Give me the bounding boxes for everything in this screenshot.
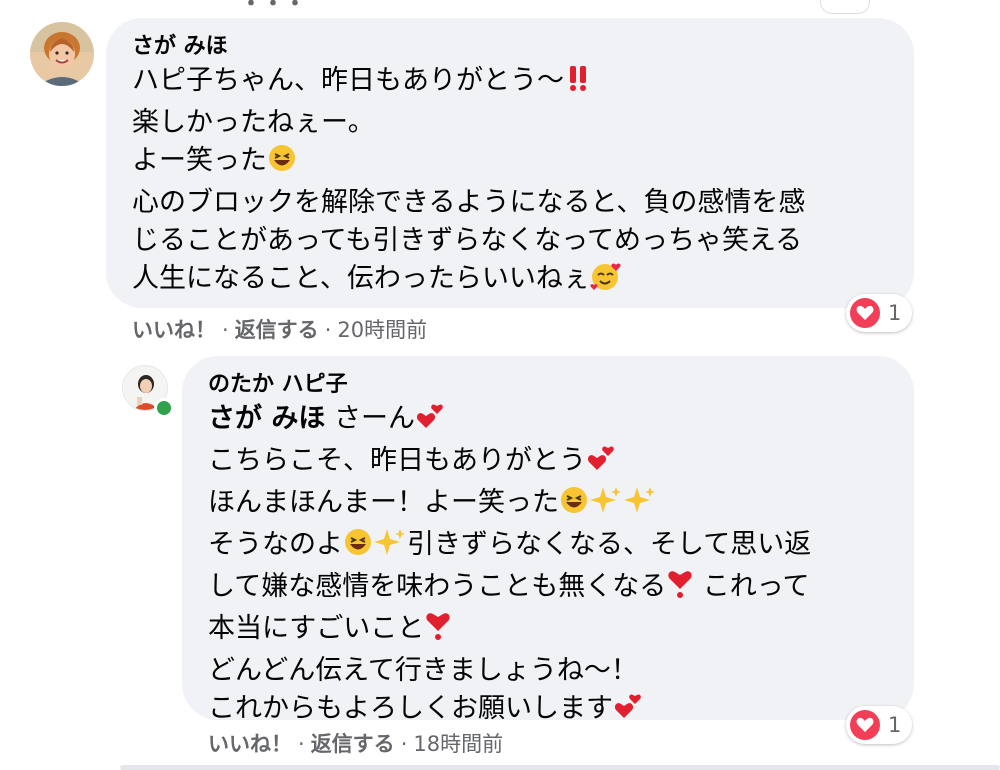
avatar-saga-miho[interactable]	[30, 22, 94, 86]
mention-link[interactable]: さが みほ	[208, 403, 325, 434]
reply-actions: いいね！ · 返信する · 18時間前	[208, 732, 504, 756]
reaction-count-pill[interactable]: 1	[846, 294, 912, 332]
reply-line: ほんまほんまー！よー笑った	[208, 484, 888, 526]
timestamp[interactable]: 20時間前	[337, 318, 427, 342]
like-button[interactable]: いいね！	[132, 318, 216, 342]
reaction-count: 1	[888, 301, 902, 325]
reply-button[interactable]: 返信する	[235, 318, 319, 342]
sparkles-icon	[623, 485, 657, 526]
reply-line: どんどん伝えて行きましょうね〜！	[208, 655, 638, 686]
previous-reaction-pill	[820, 0, 870, 14]
two-hearts-icon	[586, 443, 616, 484]
two-hearts-icon	[415, 401, 445, 442]
comment-line: 人生になること、伝わったらいいねぇ	[132, 260, 888, 302]
previous-comment-actions-cut: ・・・	[240, 0, 307, 17]
comment-bubble: さが みほ ハピ子ちゃん、昨日もありがとう〜 楽しかったねぇー。 よー笑った 心…	[106, 18, 914, 308]
reply-author[interactable]: のたか ハピ子	[208, 370, 888, 400]
avatar-photo-icon	[30, 22, 94, 86]
next-comment-edge	[120, 765, 1000, 770]
reply-line: さが みほ さーん	[208, 400, 888, 442]
laughing-face-icon	[343, 527, 373, 568]
reply-bubble: のたか ハピ子 さが みほ さーん こちらこそ、昨日もありがとう ほんまほんまー…	[182, 356, 914, 724]
comment-line: ハピ子ちゃん、昨日もありがとう〜	[132, 62, 888, 104]
heart-icon	[850, 298, 880, 328]
reply-button[interactable]: 返信する	[311, 732, 395, 756]
double-exclamation-icon	[564, 63, 594, 104]
reply-line: これからもよろしくお願いします	[208, 690, 888, 732]
laughing-face-icon	[267, 143, 297, 184]
online-status-dot	[154, 398, 174, 418]
reaction-count-pill[interactable]: 1	[846, 706, 912, 744]
comment-line: 心のブロックを解除できるようになると、負の感情を感	[132, 187, 806, 218]
reply-line: こちらこそ、昨日もありがとう	[208, 442, 888, 484]
comment-line: よー笑った	[132, 142, 888, 184]
reply-line: そうなのよ 引きずらなくなる、そして思い返	[208, 526, 888, 568]
like-button[interactable]: いいね！	[208, 732, 292, 756]
two-hearts-icon	[613, 691, 643, 732]
reaction-count: 1	[888, 713, 902, 737]
heart-exclamation-icon	[666, 569, 694, 610]
heart-icon	[850, 710, 880, 740]
timestamp[interactable]: 18時間前	[413, 732, 503, 756]
comment-line: 楽しかったねぇー。	[132, 107, 375, 138]
sparkles-icon	[589, 485, 623, 526]
comment-line: じることがあっても引きずらなくなってめっちゃ笑える	[132, 225, 803, 256]
smiling-face-with-hearts-icon	[590, 261, 622, 302]
reply-line: して嫌な感情を味わうことも無くなる これって	[208, 568, 888, 610]
comment-author[interactable]: さが みほ	[132, 32, 888, 62]
reply-line: 本当にすごいこと	[208, 610, 888, 652]
comment-actions: いいね！ · 返信する · 20時間前	[132, 318, 428, 342]
laughing-face-icon	[559, 485, 589, 526]
sparkles-icon	[373, 527, 407, 568]
heart-exclamation-icon	[424, 611, 452, 652]
